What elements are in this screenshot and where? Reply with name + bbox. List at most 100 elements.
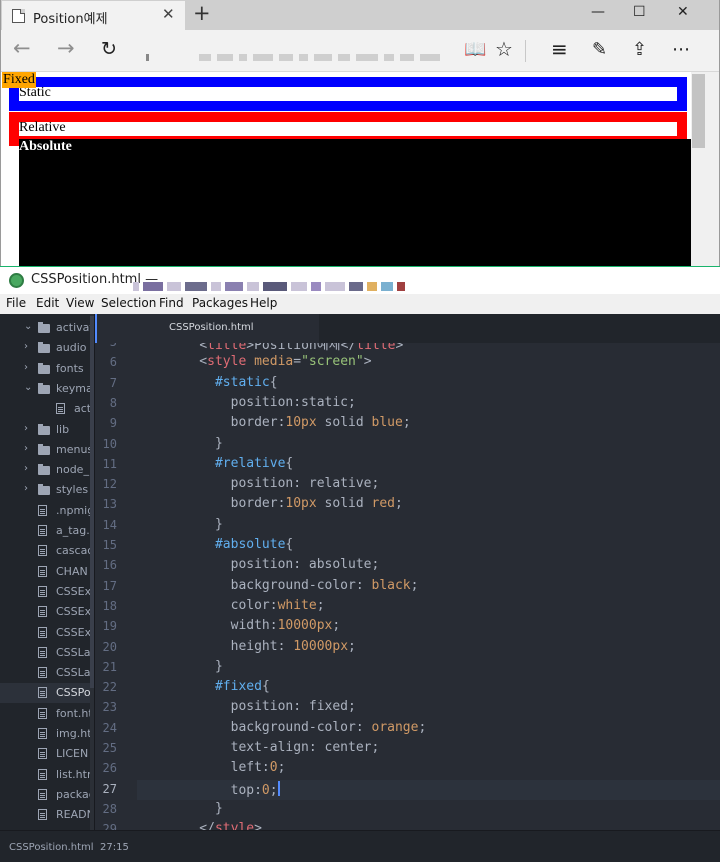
favorite-star-icon[interactable]: ☆ [495, 37, 513, 61]
menu-packages[interactable]: Packages [192, 296, 248, 310]
tree-file[interactable]: .npmig [0, 501, 94, 521]
chevron-right-icon[interactable]: › [24, 362, 28, 373]
chevron-down-icon[interactable]: ⌄ [24, 382, 32, 393]
code-line[interactable]: top:0; [168, 780, 280, 798]
reading-view-icon[interactable]: 📖 [464, 39, 486, 60]
chevron-right-icon[interactable]: › [24, 423, 28, 434]
menu-find[interactable]: Find [159, 296, 184, 310]
tree-file[interactable]: a_tag.l [0, 521, 94, 541]
code-line[interactable]: position: absolute; [168, 557, 380, 572]
code-line[interactable]: } [168, 801, 223, 816]
code-line[interactable]: <title>Position예제</title> [168, 343, 403, 353]
code-line[interactable]: } [168, 436, 223, 451]
tree-item-label: menus [56, 442, 94, 456]
minimize-button[interactable]: — [591, 4, 605, 20]
menu-file[interactable]: File [6, 296, 26, 310]
chevron-right-icon[interactable]: › [24, 483, 28, 494]
status-cursor-position[interactable]: 27:15 [100, 842, 129, 853]
menu-help[interactable]: Help [250, 296, 277, 310]
tree-file[interactable]: CSSLa [0, 643, 94, 663]
tree-folder[interactable]: › fonts [0, 359, 94, 379]
maximize-button[interactable]: ☐ [633, 4, 646, 20]
tree-folder[interactable]: › styles [0, 480, 94, 500]
tree-folder[interactable]: ⌄ keyma [0, 379, 94, 399]
chevron-right-icon[interactable]: › [24, 443, 28, 454]
code-line[interactable]: border:10px solid blue; [168, 415, 411, 430]
page-scrollbar[interactable] [691, 72, 719, 266]
code-line[interactable]: #absolute{ [168, 537, 293, 552]
page-scroll-thumb[interactable] [692, 74, 705, 148]
code-line[interactable]: height: 10000px; [168, 639, 356, 654]
tab-close-icon[interactable]: ✕ [162, 5, 175, 23]
code-line[interactable]: #fixed{ [168, 679, 270, 694]
tree-item-label: CSSEx [56, 605, 92, 619]
project-tree: ⌄activate-p › audio › fonts ⌄ keyma act › lib › men… [0, 314, 95, 830]
tree-file[interactable]: CSSPo [0, 683, 94, 704]
browser-tab[interactable]: Position예제 ✕ [2, 1, 185, 30]
forward-icon[interactable]: → [57, 36, 75, 60]
line-number: 26 [102, 761, 117, 776]
code-line[interactable]: background-color: orange; [168, 720, 427, 735]
close-window-button[interactable]: ✕ [677, 4, 689, 20]
tree-folder[interactable]: › menus [0, 440, 94, 460]
code-token: ; [395, 496, 403, 512]
code-line[interactable]: #static{ [168, 375, 278, 390]
tree-folder[interactable]: › lib [0, 420, 94, 440]
file-icon [38, 768, 47, 780]
tree-file[interactable]: CHAN [0, 562, 94, 582]
file-icon [38, 626, 47, 638]
hub-icon[interactable]: ≡ [551, 37, 568, 61]
tree-file[interactable]: CSSEx [0, 602, 94, 622]
code-token: style [207, 354, 247, 370]
editor-tab-active[interactable]: CSSPosition.html [95, 314, 319, 343]
code-line[interactable]: position:static; [168, 395, 356, 410]
back-icon[interactable]: ← [13, 36, 31, 60]
tree-file[interactable]: font.ht [0, 704, 94, 724]
code-line[interactable]: <style media="screen"> [168, 354, 371, 370]
tree-folder[interactable]: › node_ [0, 460, 94, 480]
code-line[interactable]: background-color: black; [168, 578, 419, 593]
editor-tab-label: CSSPosition.html [169, 322, 254, 333]
tree-folder[interactable]: ⌄activate-p [0, 318, 94, 338]
code-line[interactable]: </style> [168, 821, 262, 830]
tree-file[interactable]: CSSLa [0, 663, 94, 683]
tree-file[interactable]: READN [0, 805, 94, 825]
share-icon[interactable]: ⇪ [632, 39, 647, 60]
code-line[interactable]: } [168, 659, 223, 674]
code-line[interactable]: #relative{ [168, 456, 293, 471]
web-note-icon[interactable]: ✎ [592, 39, 607, 60]
code-line[interactable]: text-align: center; [168, 740, 380, 755]
code-editor[interactable]: 5 <title>Position예제</title>6 <style medi… [95, 343, 720, 830]
code-line[interactable]: position: relative; [168, 476, 380, 491]
code-line[interactable]: } [168, 517, 223, 532]
code-token: } [168, 435, 223, 451]
code-line[interactable]: color:white; [168, 598, 325, 613]
menu-view[interactable]: View [66, 296, 94, 310]
address-bar[interactable] [146, 46, 456, 61]
chevron-right-icon[interactable]: › [24, 341, 28, 352]
menu-edit[interactable]: Edit [36, 296, 59, 310]
tree-file[interactable]: list.htr [0, 765, 94, 785]
chevron-right-icon[interactable]: › [24, 463, 28, 474]
new-tab-button[interactable]: + [193, 1, 211, 25]
code-line[interactable]: left:0; [168, 760, 286, 775]
status-file-name[interactable]: CSSPosition.html [9, 842, 94, 853]
tree-file[interactable]: packag [0, 785, 94, 805]
code-line[interactable]: border:10px solid red; [168, 496, 403, 511]
tree-folder[interactable]: › audio [0, 338, 94, 358]
chevron-down-icon[interactable]: ⌄ [24, 321, 32, 332]
tree-file[interactable]: CSSEx [0, 623, 94, 643]
tree-file[interactable]: act [0, 399, 94, 419]
tree-file[interactable]: CSSEx [0, 582, 94, 602]
code-line[interactable]: width:10000px; [168, 618, 341, 633]
tree-file[interactable]: cascac [0, 541, 94, 561]
refresh-icon[interactable]: ↻ [101, 38, 117, 60]
tree-file[interactable]: LICEN [0, 744, 94, 764]
code-token: media [254, 354, 294, 370]
tree-file[interactable]: img.ht [0, 724, 94, 744]
code-line[interactable]: position: fixed; [168, 699, 356, 714]
more-icon[interactable]: ⋯ [672, 39, 690, 60]
menu-selection[interactable]: Selection [101, 296, 156, 310]
